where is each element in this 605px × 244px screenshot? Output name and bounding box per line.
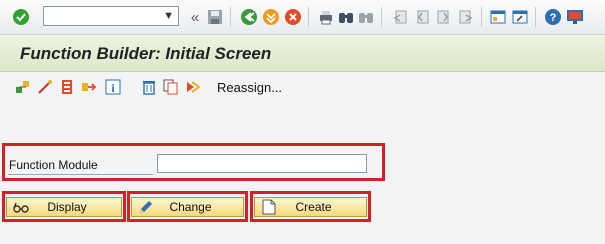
save-icon[interactable] [206,8,224,26]
rename-icon[interactable] [184,78,202,96]
chevron-down-icon[interactable]: ▼ [163,10,174,22]
create-label: Create [295,200,332,214]
pencil-icon [136,199,156,215]
test-execute-icon[interactable] [58,78,76,96]
new-document-icon [259,199,279,215]
next-page-icon[interactable] [435,8,453,26]
change-button[interactable]: Change [131,197,244,217]
shortcut-icon[interactable] [511,8,529,26]
application-toolbar: i Reassign... [0,72,605,102]
other-object-icon[interactable] [14,78,32,96]
copy-icon[interactable] [162,78,180,96]
help-icon[interactable]: ? [544,8,562,26]
create-button[interactable]: Create [254,197,367,217]
previous-page-icon[interactable] [413,8,431,26]
find-next-icon[interactable] [357,8,375,26]
enter-checkmark-icon[interactable] [12,8,30,26]
exit-icon[interactable] [262,8,280,26]
display-label: Display [47,200,87,214]
delete-icon[interactable] [140,78,158,96]
customize-layout-icon[interactable] [566,8,584,26]
last-page-icon[interactable] [457,8,475,26]
function-module-input[interactable] [157,154,367,173]
change-label: Change [169,200,212,214]
cancel-icon[interactable] [284,8,302,26]
svg-text:?: ? [550,12,557,24]
title-bar: Function Builder: Initial Screen [0,35,605,72]
reassign-button[interactable]: Reassign... [217,80,282,95]
back-double-chevron-icon[interactable]: « [186,8,204,26]
create-session-icon[interactable] [489,8,507,26]
where-used-icon[interactable] [80,78,98,96]
display-button[interactable]: Display [6,197,122,217]
function-module-label: Function Module [9,158,98,172]
info-icon[interactable]: i [104,78,122,96]
back-icon[interactable] [240,8,258,26]
first-page-icon[interactable] [391,8,409,26]
find-icon[interactable] [337,8,355,26]
page-title: Function Builder: Initial Screen [20,44,272,63]
system-toolbar: ▼ « ? [0,0,605,35]
wizard-icon[interactable] [36,78,54,96]
label-underline [8,174,153,175]
command-field[interactable]: ▼ [43,6,179,26]
glasses-icon [11,201,31,213]
print-icon[interactable] [317,8,335,26]
